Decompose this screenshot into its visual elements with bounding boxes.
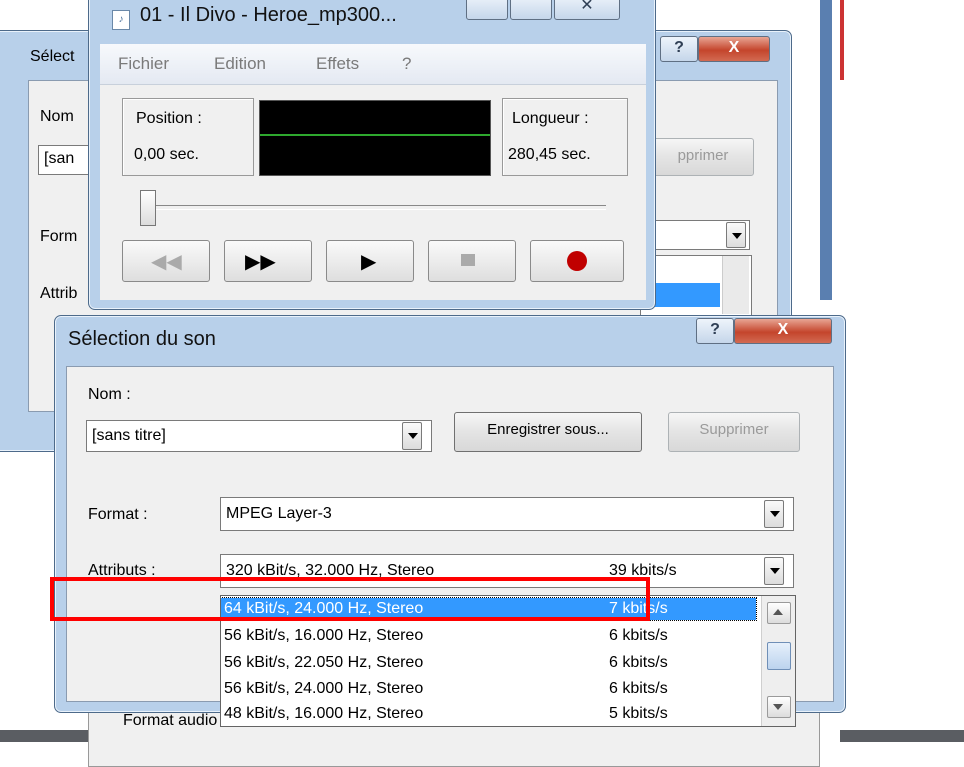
scroll-down-button[interactable]: [767, 696, 791, 718]
play-button[interactable]: ▶: [326, 240, 414, 282]
nom-dropdown-button[interactable]: [402, 422, 422, 450]
bg-close-button[interactable]: X: [698, 36, 770, 62]
format-combo[interactable]: MPEG Layer-3: [220, 497, 794, 531]
background-nom-label: Nom: [40, 108, 74, 125]
background-scroll[interactable]: [722, 256, 749, 314]
close-button[interactable]: X: [734, 318, 832, 344]
background-window-edge: [820, 0, 832, 300]
nom-label: Nom :: [88, 386, 131, 403]
attributs-option[interactable]: 56 kBit/s, 16.000 Hz, Stereo 6 kbits/s: [221, 625, 756, 647]
player-menubar: [100, 44, 646, 85]
menu-edition[interactable]: Edition: [214, 54, 266, 74]
forward-button[interactable]: ▶▶: [224, 240, 312, 282]
taskbar-strip-left: [0, 730, 90, 742]
attributs-option[interactable]: 56 kBit/s, 24.000 Hz, Stereo 6 kbits/s: [221, 678, 756, 700]
minimize-button[interactable]: [466, 0, 508, 20]
fast-forward-icon: ▶▶: [245, 251, 276, 273]
save-as-button[interactable]: Enregistrer sous...: [454, 412, 642, 452]
delete-button[interactable]: Supprimer: [668, 412, 800, 452]
player-close-button[interactable]: ✕: [554, 0, 620, 20]
background-window-edge-2: [840, 0, 844, 80]
taskbar-strip-right: [840, 730, 964, 742]
menu-effets[interactable]: Effets: [316, 54, 359, 74]
seek-track: [150, 205, 606, 210]
position-label: Position :: [136, 110, 202, 127]
chevron-down-icon: [773, 704, 783, 710]
stop-icon: [461, 254, 475, 266]
record-icon: [567, 251, 587, 271]
background-format-dropdown[interactable]: [726, 222, 746, 248]
scroll-thumb[interactable]: [767, 642, 791, 670]
player-title: 01 - Il Divo - Heroe_mp300...: [140, 4, 397, 26]
rewind-button[interactable]: ◀◀: [122, 240, 210, 282]
chevron-up-icon: [773, 609, 783, 615]
background-attributs-label: Attrib: [40, 285, 78, 302]
dialog-title: Sélection du son: [68, 328, 216, 350]
length-label: Longueur :: [512, 110, 589, 127]
rewind-icon: ◀◀: [151, 251, 182, 273]
background-delete-button[interactable]: pprimer: [652, 138, 754, 176]
play-icon: ▶: [361, 251, 377, 273]
waveform-line: [260, 134, 490, 136]
position-value: 0,00 sec.: [134, 146, 199, 163]
background-format-label: Form: [40, 228, 78, 245]
player-icon: ♪: [112, 10, 130, 30]
stop-button[interactable]: [428, 240, 516, 282]
length-value: 280,45 sec.: [508, 146, 591, 163]
help-button[interactable]: ?: [696, 318, 734, 344]
list-scrollbar[interactable]: [761, 596, 795, 726]
waveform-display: [259, 100, 491, 176]
format-dropdown-button[interactable]: [764, 500, 784, 528]
format-audio-label: Format audio :: [123, 712, 227, 729]
attributs-option[interactable]: 56 kBit/s, 22.050 Hz, Stereo 6 kbits/s: [221, 652, 756, 674]
menu-fichier[interactable]: Fichier: [118, 54, 169, 74]
menu-help[interactable]: ?: [402, 54, 411, 74]
bg-help-button[interactable]: ?: [660, 36, 698, 62]
seek-slider-thumb[interactable]: [140, 190, 156, 226]
nom-combo[interactable]: [sans titre]: [86, 420, 432, 452]
attributs-dropdown-button[interactable]: [764, 557, 784, 585]
attributs-option[interactable]: 48 kBit/s, 16.000 Hz, Stereo 5 kbits/s: [221, 703, 756, 725]
scroll-up-button[interactable]: [767, 602, 791, 624]
background-dialog-title: Sélect: [30, 48, 75, 65]
highlight-annotation-box: [50, 577, 650, 621]
record-button[interactable]: [530, 240, 624, 282]
maximize-button[interactable]: [510, 0, 552, 20]
format-label: Format :: [88, 506, 148, 523]
